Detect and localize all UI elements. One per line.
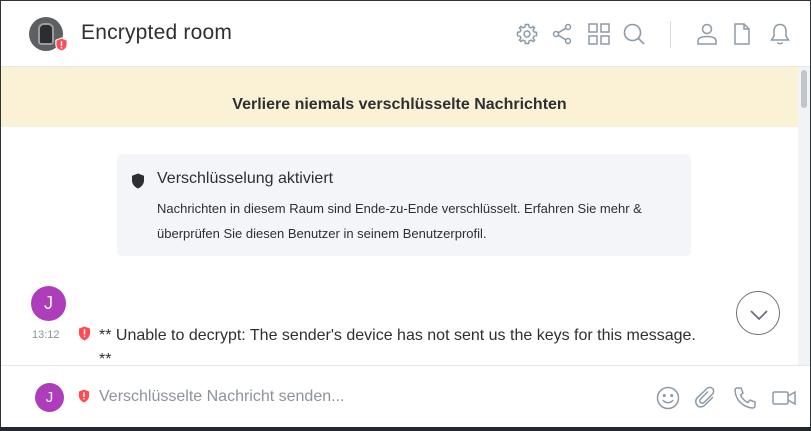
sender-avatar[interactable]: J <box>31 286 66 321</box>
message-timestamp[interactable]: 13:12 <box>32 329 60 341</box>
emoji-icon[interactable] <box>655 385 681 411</box>
shield-icon <box>132 173 144 189</box>
jump-to-bottom-button[interactable] <box>736 291 780 335</box>
member-list-icon[interactable] <box>695 22 719 46</box>
timeline-scrollbar[interactable] <box>798 67 810 365</box>
warning-shield-icon[interactable] <box>78 326 91 341</box>
settings-icon[interactable] <box>515 22 539 46</box>
warning-shield-icon <box>55 37 68 52</box>
message-composer: J <box>1 365 810 427</box>
banner-text: Verliere niemals verschlüsselte Nachrich… <box>232 96 567 113</box>
search-icon[interactable] <box>622 22 646 46</box>
room-name[interactable]: Encrypted room <box>81 21 232 45</box>
room-header: Encrypted room <box>1 1 810 67</box>
chevron-down-icon <box>750 310 768 321</box>
video-call-icon[interactable] <box>771 385 797 411</box>
scrollbar-thumb[interactable] <box>801 70 807 108</box>
voice-call-icon[interactable] <box>732 385 758 411</box>
warning-shield-icon[interactable] <box>78 389 90 403</box>
notifications-icon[interactable] <box>768 22 792 46</box>
key-backup-banner[interactable]: Verliere niemals verschlüsselte Nachrich… <box>1 67 798 127</box>
composer-avatar[interactable]: J <box>35 383 64 412</box>
files-icon[interactable] <box>730 22 754 46</box>
window-bottom-edge <box>0 427 811 431</box>
header-divider <box>670 21 671 48</box>
message-input[interactable] <box>99 383 639 411</box>
encryption-notice: Verschlüsselung aktiviert Nachrichten in… <box>117 154 691 256</box>
room-view: Encrypted room Verliere niemals verschlü… <box>0 0 811 428</box>
attachment-icon[interactable] <box>693 385 719 411</box>
apps-icon[interactable] <box>587 22 611 46</box>
encryption-notice-title: Verschlüsselung aktiviert <box>157 170 334 187</box>
encryption-notice-body: Nachrichten in diesem Raum sind Ende-zu-… <box>157 201 642 241</box>
share-icon[interactable] <box>550 22 574 46</box>
